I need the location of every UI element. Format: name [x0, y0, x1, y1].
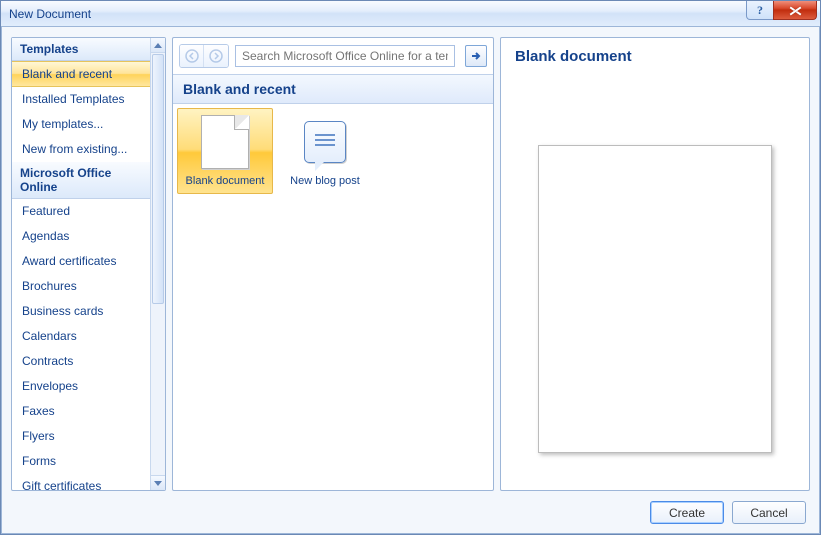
search-field-wrap	[235, 45, 455, 67]
chevron-down-icon	[154, 481, 162, 486]
sidebar-item-flyers[interactable]: Flyers	[12, 424, 150, 449]
preview-panel: Blank document	[500, 37, 810, 491]
page-icon	[201, 115, 249, 169]
cancel-button[interactable]: Cancel	[732, 501, 806, 524]
preview-page-thumbnail	[538, 145, 772, 453]
search-go-button[interactable]	[465, 45, 487, 67]
back-button[interactable]	[180, 45, 204, 67]
center-header: Blank and recent	[173, 74, 493, 104]
panels: Templates Blank and recent Installed Tem…	[11, 37, 810, 491]
template-grid: Blank document New blog post	[173, 104, 493, 198]
sidebar-item-blank-and-recent[interactable]: Blank and recent	[12, 61, 150, 87]
create-button[interactable]: Create	[650, 501, 724, 524]
search-input[interactable]	[236, 49, 454, 63]
scroll-down-button[interactable]	[151, 475, 165, 490]
sidebar-item-faxes[interactable]: Faxes	[12, 399, 150, 424]
help-button[interactable]: ?	[746, 1, 774, 20]
sidebar-item-my-templates[interactable]: My templates...	[12, 112, 150, 137]
nav-button-group	[179, 44, 229, 68]
sidebar-item-agendas[interactable]: Agendas	[12, 224, 150, 249]
sidebar-item-business-cards[interactable]: Business cards	[12, 299, 150, 324]
window-title: New Document	[9, 7, 91, 21]
sidebar-item-contracts[interactable]: Contracts	[12, 349, 150, 374]
sidebar-item-forms[interactable]: Forms	[12, 449, 150, 474]
blog-icon	[304, 121, 346, 163]
sidebar-item-award-certificates[interactable]: Award certificates	[12, 249, 150, 274]
dialog-body: Templates Blank and recent Installed Tem…	[1, 27, 820, 534]
template-label: New blog post	[278, 175, 372, 187]
sidebar-panel: Templates Blank and recent Installed Tem…	[11, 37, 166, 491]
dialog-footer: Create Cancel	[11, 497, 810, 524]
center-toolbar	[173, 38, 493, 74]
new-document-dialog: New Document ? Templates Blank and recen…	[0, 0, 821, 535]
sidebar-header-templates: Templates	[12, 38, 150, 61]
sidebar-item-featured[interactable]: Featured	[12, 199, 150, 224]
close-icon	[789, 6, 802, 15]
arrow-left-icon	[185, 49, 199, 63]
sidebar-list: Templates Blank and recent Installed Tem…	[12, 38, 150, 490]
scroll-thumb[interactable]	[152, 54, 164, 304]
scroll-up-button[interactable]	[151, 38, 165, 53]
template-new-blog-post[interactable]: New blog post	[277, 108, 373, 194]
preview-title: Blank document	[515, 48, 795, 65]
template-label: Blank document	[178, 175, 272, 187]
forward-button[interactable]	[204, 45, 228, 67]
sidebar-item-new-from-existing[interactable]: New from existing...	[12, 137, 150, 162]
sidebar-item-installed-templates[interactable]: Installed Templates	[12, 87, 150, 112]
close-button[interactable]	[773, 1, 817, 20]
sidebar-item-brochures[interactable]: Brochures	[12, 274, 150, 299]
titlebar: New Document ?	[1, 1, 820, 27]
help-icon: ?	[757, 3, 763, 18]
sidebar-item-envelopes[interactable]: Envelopes	[12, 374, 150, 399]
chevron-up-icon	[154, 43, 162, 48]
window-controls: ?	[747, 1, 817, 20]
arrow-go-icon	[470, 50, 482, 62]
template-blank-document[interactable]: Blank document	[177, 108, 273, 194]
sidebar-scrollbar[interactable]	[150, 38, 165, 490]
sidebar-item-gift-certificates[interactable]: Gift certificates	[12, 474, 150, 490]
sidebar-item-calendars[interactable]: Calendars	[12, 324, 150, 349]
sidebar-header-office-online: Microsoft Office Online	[12, 162, 150, 199]
arrow-right-icon	[209, 49, 223, 63]
center-panel: Blank and recent Blank document New blog…	[172, 37, 494, 491]
